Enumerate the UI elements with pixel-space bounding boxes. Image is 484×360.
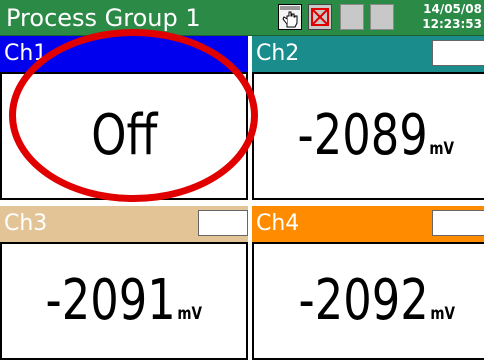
channel-value: -2092mV (299, 273, 455, 329)
value-text: -2092 (298, 268, 429, 333)
time-label: 12:23:53 (422, 17, 482, 31)
channel-header: Ch1 (0, 36, 248, 72)
unit-label: mV (429, 139, 455, 159)
channel-ch3[interactable]: Ch3 -2091mV (0, 206, 248, 360)
value-text: -2089 (297, 103, 428, 168)
channel-value-panel: -2091mV (0, 242, 248, 360)
unit-label: mV (430, 304, 456, 324)
status-indicator-2 (370, 4, 394, 30)
channel-value: -2089mV (298, 108, 454, 164)
channel-tag-slot (432, 40, 484, 66)
channel-header: Ch4 (252, 206, 484, 242)
channel-label: Ch4 (256, 211, 300, 236)
unit-label: mV (177, 304, 203, 324)
value-text: -2091 (45, 268, 176, 333)
date-label: 14/05/08 (423, 2, 482, 16)
status-indicator-1 (340, 4, 364, 30)
channel-value: Off (91, 108, 157, 164)
channel-value-panel: -2092mV (252, 242, 484, 360)
value-text: Off (90, 103, 158, 168)
channel-label: Ch2 (256, 41, 300, 66)
channel-tag-slot (198, 210, 248, 236)
alarm-muted-icon[interactable] (308, 4, 332, 30)
channel-value-panel: Off (0, 72, 248, 200)
channel-label: Ch1 (4, 41, 48, 66)
channel-tag-slot (432, 210, 484, 236)
channel-value-panel: -2089mV (252, 72, 484, 200)
channel-ch1[interactable]: Ch1 Off (0, 36, 248, 200)
title-bar: Process Group 1 14/05/08 12:23:53 (0, 0, 484, 36)
datetime-display: 14/05/08 12:23:53 (412, 2, 482, 32)
process-group-title[interactable]: Process Group 1 (6, 3, 201, 33)
channel-ch2[interactable]: Ch2 -2089mV (252, 36, 484, 200)
channel-header: Ch2 (252, 36, 484, 72)
channel-label: Ch3 (4, 211, 48, 236)
hand-pointer-icon[interactable] (278, 4, 302, 30)
channel-ch4[interactable]: Ch4 -2092mV (252, 206, 484, 360)
channel-header: Ch3 (0, 206, 248, 242)
channel-value: -2091mV (46, 273, 202, 329)
